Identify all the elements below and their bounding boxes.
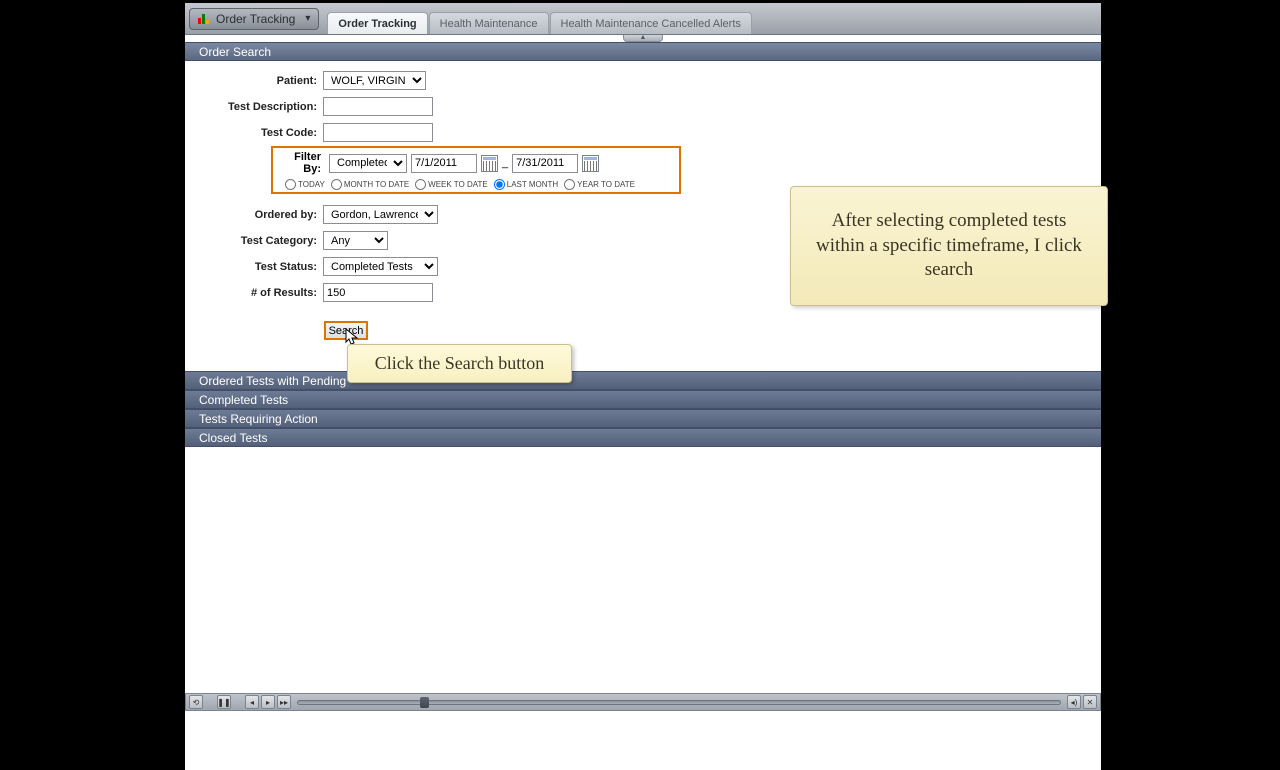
section-completed-tests[interactable]: Completed Tests <box>185 390 1101 409</box>
section-ordered-pending[interactable]: Ordered Tests with Pending <box>185 371 1101 390</box>
rewind-button[interactable]: ⟲ <box>189 695 203 709</box>
date-from-input[interactable] <box>411 154 477 173</box>
tab-health-maintenance[interactable]: Health Maintenance <box>429 12 549 34</box>
label-test-category: Test Category: <box>195 235 323 247</box>
patient-select[interactable]: WOLF, VIRGINIA <box>323 71 426 90</box>
radio-last-month[interactable]: LAST MONTH <box>494 179 558 190</box>
date-to-input[interactable] <box>512 154 578 173</box>
close-button[interactable]: ✕ <box>1083 695 1097 709</box>
radio-year-to-date[interactable]: YEAR TO DATE <box>564 179 635 190</box>
progress-track[interactable] <box>297 700 1061 705</box>
filter-by-box: Filter By: Completed On _ TODAY MONTH TO… <box>271 146 681 194</box>
collapse-handle[interactable]: ▲ <box>623 35 663 42</box>
top-nav: Order Tracking ▾ Order Tracking Health M… <box>185 3 1101 35</box>
chart-icon <box>198 14 210 24</box>
progress-knob[interactable] <box>420 697 429 708</box>
test-status-select[interactable]: Completed Tests <box>323 257 438 276</box>
section-requiring-action[interactable]: Tests Requiring Action <box>185 409 1101 428</box>
playback-bar: ⟲ ❚❚ ◂ ▸ ▸▸ ◂) ✕ <box>185 693 1101 711</box>
module-dropdown[interactable]: Order Tracking ▾ <box>189 8 319 30</box>
prev-button[interactable]: ◂ <box>245 695 259 709</box>
content: Order Search Patient: WOLF, VIRGINIA Tes… <box>185 42 1101 694</box>
note-box: After selecting completed tests within a… <box>790 186 1108 306</box>
ff-button[interactable]: ▸▸ <box>277 695 291 709</box>
label-num-results: # of Results: <box>195 287 323 299</box>
results-area <box>185 447 1101 770</box>
tab-order-tracking[interactable]: Order Tracking <box>327 12 427 34</box>
ordered-by-select[interactable]: Gordon, Lawrence <box>323 205 438 224</box>
test-code-input[interactable] <box>323 123 433 142</box>
label-patient: Patient: <box>195 75 323 87</box>
pause-button[interactable]: ❚❚ <box>217 695 231 709</box>
search-button[interactable]: Search <box>324 321 368 340</box>
filter-radios: TODAY MONTH TO DATE WEEK TO DATE LAST MO… <box>285 179 673 190</box>
search-section: Order Search Patient: WOLF, VIRGINIA Tes… <box>185 42 1101 371</box>
radio-today[interactable]: TODAY <box>285 179 325 190</box>
num-results-input[interactable] <box>323 283 433 302</box>
calendar-to-button[interactable] <box>582 155 599 172</box>
app-frame: Order Tracking ▾ Order Tracking Health M… <box>185 3 1101 694</box>
section-header-order-search: Order Search <box>185 42 1101 61</box>
test-description-input[interactable] <box>323 97 433 116</box>
chevron-down-icon: ▾ <box>305 13 310 24</box>
radio-week-to-date[interactable]: WEEK TO DATE <box>415 179 488 190</box>
module-dropdown-label: Order Tracking <box>216 12 295 26</box>
radio-month-to-date[interactable]: MONTH TO DATE <box>331 179 409 190</box>
section-closed-tests[interactable]: Closed Tests <box>185 428 1101 447</box>
form-area: Patient: WOLF, VIRGINIA Test Description… <box>185 61 1101 371</box>
volume-button[interactable]: ◂) <box>1067 695 1081 709</box>
calendar-from-button[interactable] <box>481 155 498 172</box>
label-test-code: Test Code: <box>195 127 323 139</box>
next-button[interactable]: ▸ <box>261 695 275 709</box>
label-test-description: Test Description: <box>195 101 323 113</box>
tab-hm-cancelled-alerts[interactable]: Health Maintenance Cancelled Alerts <box>550 12 752 34</box>
label-ordered-by: Ordered by: <box>195 209 323 221</box>
test-category-select[interactable]: Any <box>323 231 388 250</box>
filter-mode-select[interactable]: Completed On <box>329 154 407 173</box>
date-separator: _ <box>502 157 508 169</box>
tooltip-click-search: Click the Search button <box>347 344 572 383</box>
label-test-status: Test Status: <box>195 261 323 273</box>
label-filter-by: Filter By: <box>279 151 325 175</box>
